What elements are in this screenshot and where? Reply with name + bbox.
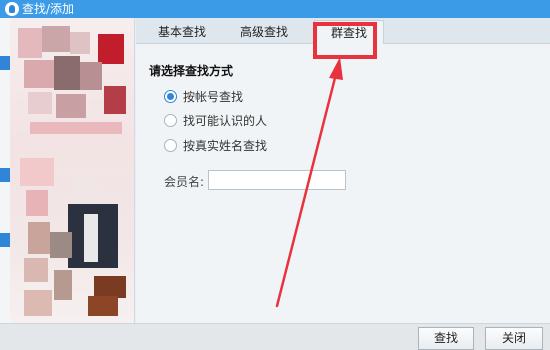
annotation-arrow-icon	[275, 57, 343, 308]
